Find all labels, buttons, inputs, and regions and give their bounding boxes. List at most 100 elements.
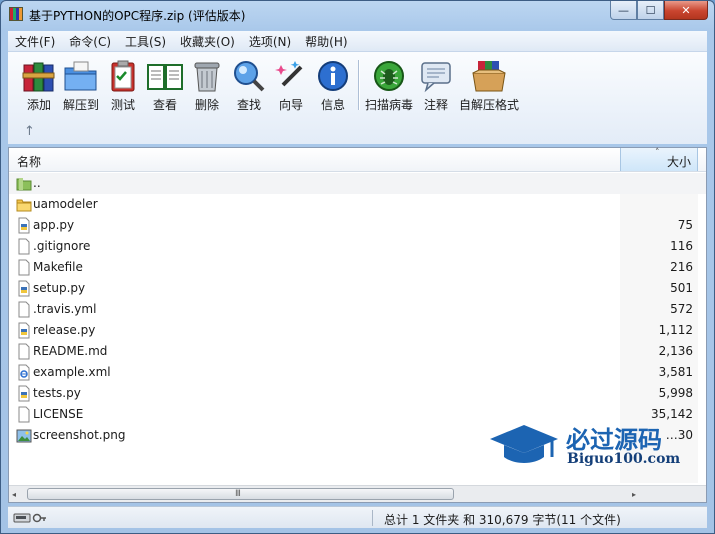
file-size: 2,136 xyxy=(658,344,693,358)
menu-file[interactable]: 文件(F) xyxy=(8,33,62,50)
file-name: .gitignore xyxy=(33,239,91,253)
file-name: screenshot.png xyxy=(33,428,126,442)
window-title: 基于PYTHON的OPC程序.zip (评估版本) xyxy=(29,9,246,23)
file-size: 216 xyxy=(670,260,693,274)
view-label: 查看 xyxy=(152,98,177,112)
wizard-label: 向导 xyxy=(278,98,303,112)
status-divider xyxy=(372,510,373,526)
blank-file-icon xyxy=(16,238,32,255)
winrar-app-icon[interactable] xyxy=(9,7,23,21)
watermark-en-text: Biguo100.com xyxy=(567,451,681,467)
python-file-icon xyxy=(16,322,32,339)
folder-extract-icon xyxy=(62,58,100,94)
wizard-button[interactable]: 向导 xyxy=(270,58,312,113)
file-name: setup.py xyxy=(33,281,86,295)
column-header: 名称 ˄ 大小 xyxy=(9,148,706,172)
app-window: 基于PYTHON的OPC程序.zip (评估版本) — ☐ ✕ 文件(F) 命令… xyxy=(0,0,715,534)
comment-icon xyxy=(417,58,455,94)
delete-label: 删除 xyxy=(194,98,219,112)
extract-to-button[interactable]: 解压到 xyxy=(60,58,102,113)
scrollbar-thumb[interactable]: III xyxy=(27,488,454,500)
column-header-size-cell[interactable]: ˄ 大小 xyxy=(620,148,698,171)
list-item[interactable]: tests.py 5,998 xyxy=(9,383,706,404)
file-size: 1,112 xyxy=(658,323,693,337)
add-button[interactable]: 添加 xyxy=(18,58,60,113)
file-size: 501 xyxy=(670,281,693,295)
sort-ascending-icon: ˄ xyxy=(655,148,660,158)
file-size: 3,581 xyxy=(658,365,693,379)
file-name: tests.py xyxy=(33,386,81,400)
magnifier-icon xyxy=(230,58,268,94)
blank-file-icon xyxy=(16,259,32,276)
comment-label: 注释 xyxy=(424,98,449,112)
file-name: Makefile xyxy=(33,260,83,274)
menu-bar: 文件(F) 命令(C) 工具(S) 收藏夹(O) 选项(N) 帮助(H) xyxy=(8,31,707,51)
list-item[interactable]: README.md 2,136 xyxy=(9,341,706,362)
file-name: uamodeler xyxy=(33,197,98,211)
scroll-right-arrow-icon[interactable]: ▸ xyxy=(632,490,636,499)
watermark-cn-text: 必过源码 xyxy=(566,425,662,454)
column-header-name[interactable]: 名称 xyxy=(17,153,41,170)
list-item[interactable]: example.xml 3,581 xyxy=(9,362,706,383)
virus-scan-button[interactable]: 扫描病毒 xyxy=(363,58,415,113)
file-size: 75 xyxy=(677,218,693,232)
list-item[interactable]: Makefile 216 xyxy=(9,257,706,278)
list-item[interactable]: .. xyxy=(9,173,706,194)
folder-icon xyxy=(16,196,32,213)
file-size: 116 xyxy=(670,239,693,253)
minimize-button[interactable]: — xyxy=(610,1,637,20)
file-name: app.py xyxy=(33,218,75,232)
test-label: 测试 xyxy=(110,98,135,112)
trash-can-icon xyxy=(188,58,226,94)
info-button[interactable]: 信息 xyxy=(312,58,354,113)
test-button[interactable]: 测试 xyxy=(102,58,144,113)
archive-books-icon xyxy=(20,58,58,94)
list-item[interactable]: app.py 75 xyxy=(9,215,706,236)
delete-button[interactable]: 删除 xyxy=(186,58,228,113)
sfx-button[interactable]: 自解压格式 xyxy=(457,58,521,113)
menu-options[interactable]: 选项(N) xyxy=(242,33,298,50)
menu-tools[interactable]: 工具(S) xyxy=(118,33,173,50)
file-size: 572 xyxy=(670,302,693,316)
file-name: README.md xyxy=(33,344,108,358)
status-bar: 总计 1 文件夹 和 310,679 字节(11 个文件) xyxy=(8,506,707,528)
scrollbar-grip: III xyxy=(235,489,241,499)
list-item[interactable]: uamodeler xyxy=(9,194,706,215)
info-label: 信息 xyxy=(320,98,345,112)
add-label: 添加 xyxy=(26,98,51,112)
virus-scan-icon xyxy=(370,58,408,94)
close-button[interactable]: ✕ xyxy=(664,1,708,20)
graduation-cap-icon xyxy=(490,425,558,463)
extract-to-label: 解压到 xyxy=(62,98,99,112)
horizontal-scrollbar[interactable]: ◂ III ▸ xyxy=(9,485,706,502)
list-item[interactable]: setup.py 501 xyxy=(9,278,706,299)
file-name: release.py xyxy=(33,323,96,337)
watermark-logo: 必过源码 Biguo100.com xyxy=(488,419,688,475)
scroll-left-arrow-icon[interactable]: ◂ xyxy=(12,490,16,499)
xml-file-icon xyxy=(16,364,32,381)
list-item[interactable]: .travis.yml 572 xyxy=(9,299,706,320)
up-one-level-button[interactable]: ↑ xyxy=(24,124,35,139)
blank-file-icon xyxy=(16,343,32,360)
list-item[interactable]: release.py 1,112 xyxy=(9,320,706,341)
title-bar[interactable]: 基于PYTHON的OPC程序.zip (评估版本) — ☐ ✕ xyxy=(1,1,714,29)
menu-help[interactable]: 帮助(H) xyxy=(298,33,354,50)
comment-button[interactable]: 注释 xyxy=(415,58,457,113)
maximize-button[interactable]: ☐ xyxy=(637,1,664,20)
find-button[interactable]: 查找 xyxy=(228,58,270,113)
sfx-label: 自解压格式 xyxy=(459,98,520,112)
open-book-icon xyxy=(146,58,184,94)
blank-file-icon xyxy=(16,406,32,423)
toolbar-separator xyxy=(358,60,359,110)
blank-file-icon xyxy=(16,301,32,318)
file-name: example.xml xyxy=(33,365,111,379)
image-file-icon xyxy=(16,427,32,444)
sfx-box-icon xyxy=(470,58,508,94)
view-button[interactable]: 查看 xyxy=(144,58,186,113)
menu-favorites[interactable]: 收藏夹(O) xyxy=(173,33,242,50)
drive-key-icon[interactable] xyxy=(13,512,47,524)
file-name: .. xyxy=(33,176,41,190)
list-item[interactable]: .gitignore 116 xyxy=(9,236,706,257)
menu-commands[interactable]: 命令(C) xyxy=(62,33,118,50)
file-name: LICENSE xyxy=(33,407,84,421)
